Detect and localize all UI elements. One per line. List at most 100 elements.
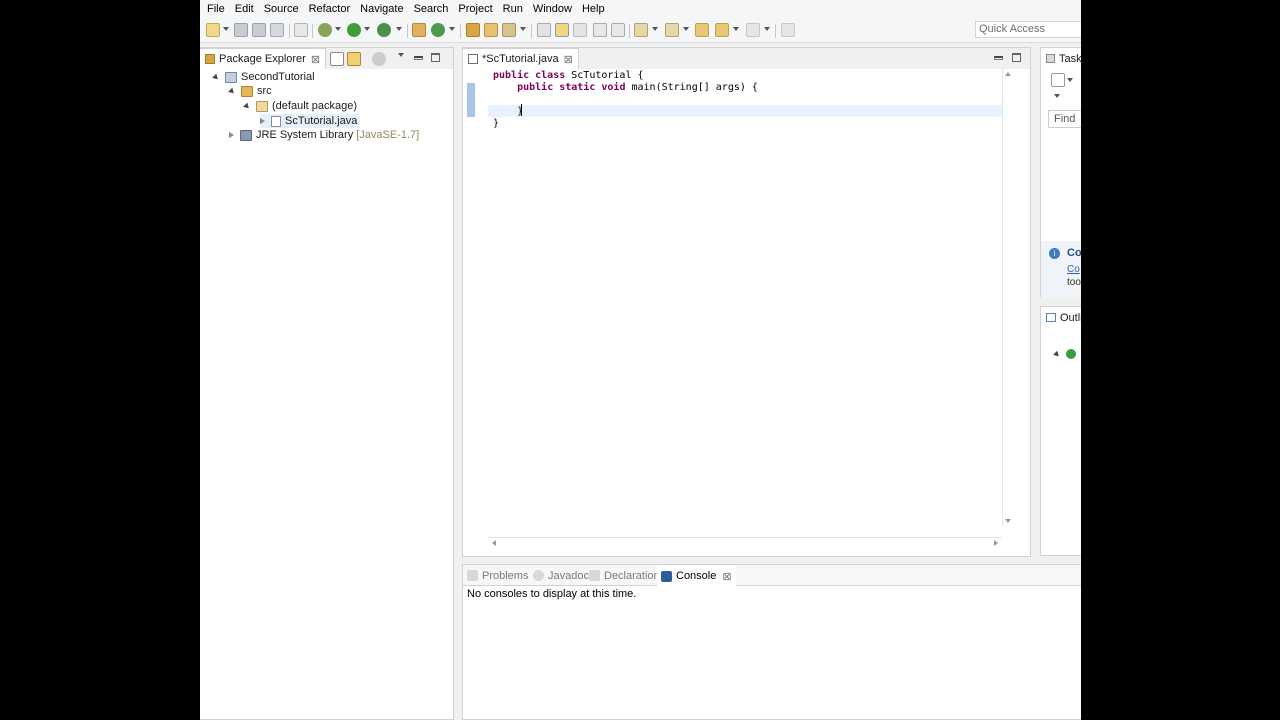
show-whitespace-icon[interactable] [611, 23, 625, 37]
close-icon[interactable]: ⊠ [722, 570, 731, 583]
project-label: SecondTutorial [241, 71, 315, 83]
toggle-word-wrap-icon[interactable] [573, 23, 587, 37]
maximize-icon[interactable] [1012, 53, 1021, 62]
quick-access-input[interactable]: Quick Access [975, 21, 1081, 38]
new-java-project-icon[interactable] [412, 23, 426, 37]
expand-closed-icon[interactable] [229, 132, 234, 138]
expand-open-icon[interactable] [1053, 350, 1061, 358]
library-icon [240, 129, 252, 141]
java-file-icon [468, 54, 478, 64]
last-edit-location-icon[interactable] [695, 23, 709, 37]
expand-open-icon[interactable] [228, 87, 236, 95]
search-dropdown-icon[interactable] [520, 27, 526, 31]
expand-open-icon[interactable] [243, 102, 251, 110]
menu-help[interactable]: Help [578, 3, 611, 15]
open-task-icon[interactable] [484, 23, 498, 37]
scroll-right-icon[interactable] [994, 540, 998, 546]
toolbar-separator [775, 24, 776, 38]
vertical-scrollbar[interactable] [1002, 69, 1012, 526]
previous-annotation-dropdown-icon[interactable] [683, 27, 689, 31]
tree-file[interactable]: ScTutorial.java [260, 114, 361, 128]
outline-label: Outli [1060, 311, 1081, 324]
new-dropdown-icon[interactable] [223, 27, 229, 31]
close-icon[interactable]: ⊠ [564, 53, 573, 66]
horizontal-scrollbar[interactable] [488, 537, 1002, 547]
tree-jre-library[interactable]: JRE System Library [JavaSE-1.7] [229, 128, 419, 142]
toggle-mark-occurrences-icon[interactable] [555, 23, 569, 37]
save-icon[interactable] [234, 23, 248, 37]
menu-search[interactable]: Search [410, 3, 455, 15]
tab-sctutorial[interactable]: *ScTutorial.java ⊠ [463, 48, 579, 69]
new-task-dropdown-icon[interactable] [1067, 78, 1073, 82]
tree-project[interactable]: SecondTutorial [212, 70, 315, 84]
debug-icon[interactable] [318, 23, 332, 37]
forward-icon[interactable] [746, 23, 760, 37]
print-icon[interactable] [270, 23, 284, 37]
skip-breakpoints-icon[interactable] [294, 23, 308, 37]
save-all-icon[interactable] [252, 23, 266, 37]
code-editor[interactable]: public class ScTutorial { public static … [463, 69, 1030, 556]
source-folder-icon [241, 85, 253, 97]
scroll-left-icon[interactable] [492, 540, 496, 546]
new-icon[interactable] [206, 23, 220, 37]
tab-package-explorer[interactable]: Package Explorer ⊠ [200, 48, 327, 69]
run-dropdown-icon[interactable] [364, 27, 370, 31]
tab-javadoc[interactable]: Javadoc [533, 565, 589, 586]
external-tools-dropdown-icon[interactable] [396, 27, 402, 31]
menu-source[interactable]: Source [260, 3, 305, 15]
expand-closed-icon[interactable] [260, 118, 265, 124]
tree-src[interactable]: src [228, 84, 272, 98]
tab-outline[interactable]: Outli [1041, 307, 1081, 328]
minimize-icon[interactable] [994, 56, 1003, 60]
search-icon[interactable] [502, 23, 516, 37]
back-dropdown-icon[interactable] [733, 27, 739, 31]
menu-edit[interactable]: Edit [231, 3, 260, 15]
run-external-tools-icon[interactable] [377, 23, 391, 37]
focus-task-icon[interactable] [372, 52, 386, 66]
open-type-icon[interactable] [466, 23, 480, 37]
scroll-up-icon[interactable] [1005, 72, 1011, 76]
pin-editor-icon[interactable] [781, 23, 795, 37]
menu-project[interactable]: Project [454, 3, 498, 15]
new-task-icon[interactable] [1051, 73, 1065, 87]
console-message: No consoles to display at this time. [467, 588, 637, 600]
minimize-icon[interactable] [414, 56, 423, 60]
close-icon[interactable]: ⊠ [311, 53, 320, 66]
outline-class-row[interactable] [1053, 347, 1076, 361]
run-icon[interactable] [347, 23, 361, 37]
block-selection-icon[interactable] [593, 23, 607, 37]
menu-window[interactable]: Window [529, 3, 578, 15]
menu-navigate[interactable]: Navigate [356, 3, 409, 15]
file-label: ScTutorial.java [285, 115, 358, 127]
menu-run[interactable]: Run [499, 3, 529, 15]
next-annotation-dropdown-icon[interactable] [652, 27, 658, 31]
previous-annotation-icon[interactable] [665, 23, 679, 37]
tab-declaration[interactable]: Declaration [589, 565, 660, 586]
connect-link[interactable]: Co [1067, 264, 1080, 275]
back-icon[interactable] [715, 23, 729, 37]
forward-dropdown-icon[interactable] [764, 27, 770, 31]
menu-file[interactable]: File [203, 3, 231, 15]
tab-console[interactable]: Console ⊠ [657, 565, 736, 587]
package-explorer-icon [205, 54, 215, 64]
eclipse-window: File Edit Source Refactor Navigate Searc… [200, 0, 1081, 720]
find-input[interactable]: Find [1048, 110, 1081, 128]
tree-default-package[interactable]: (default package) [243, 99, 357, 113]
expand-open-icon[interactable] [212, 73, 220, 81]
scroll-down-icon[interactable] [1005, 519, 1011, 523]
link-with-editor-icon[interactable] [347, 52, 361, 66]
next-annotation-icon[interactable] [634, 23, 648, 37]
new-class-dropdown-icon[interactable] [449, 27, 455, 31]
menu-refactor[interactable]: Refactor [305, 3, 357, 15]
connect-title: Co [1067, 247, 1081, 259]
view-menu-icon[interactable] [1054, 94, 1060, 98]
maximize-icon[interactable] [431, 53, 440, 62]
toggle-ant-editor-icon[interactable] [537, 23, 551, 37]
debug-dropdown-icon[interactable] [335, 27, 341, 31]
collapse-all-icon[interactable] [330, 52, 344, 66]
new-class-icon[interactable] [431, 23, 445, 37]
tab-problems[interactable]: Problems [467, 565, 528, 586]
tab-task-list[interactable]: Task [1041, 48, 1081, 69]
view-menu-icon[interactable] [398, 53, 404, 57]
code-text[interactable]: public class ScTutorial { public static … [493, 70, 758, 130]
